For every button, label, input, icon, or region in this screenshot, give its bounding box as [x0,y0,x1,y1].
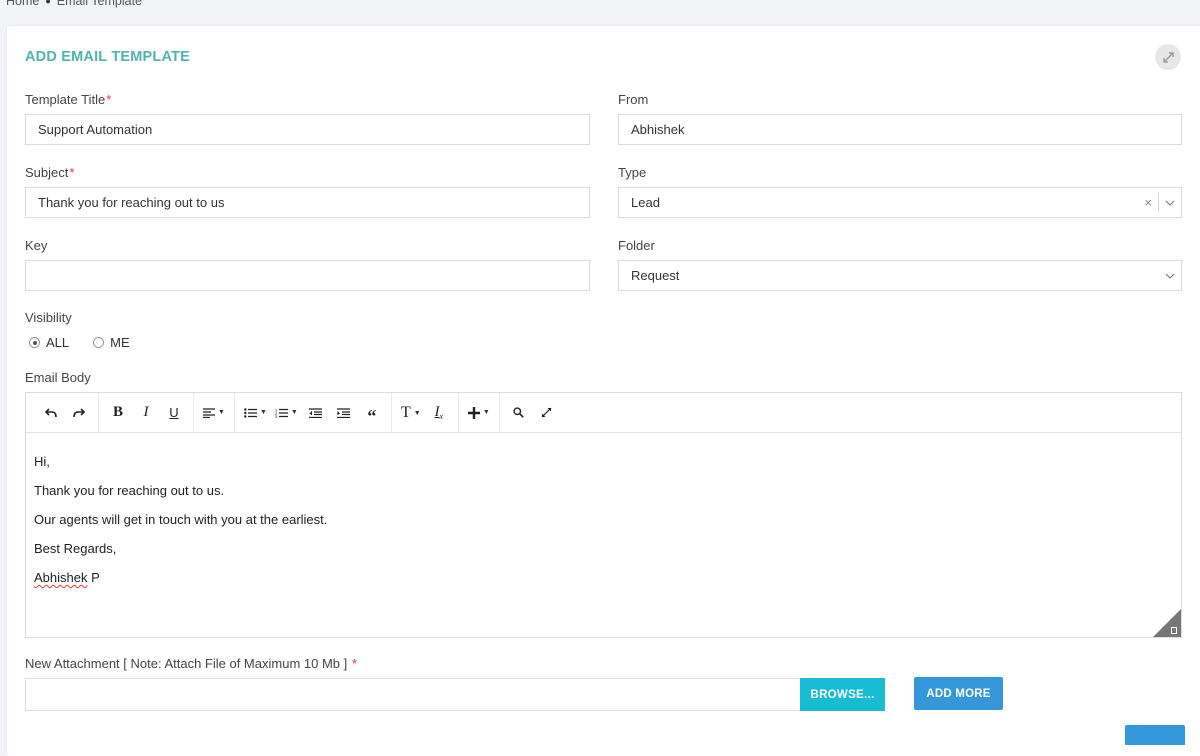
clear-format-subscript: x [439,412,444,421]
folder-label: Folder [618,238,655,253]
radio-checked-icon[interactable] [29,337,40,348]
outdent-icon[interactable] [302,401,330,425]
radio-unchecked-icon[interactable] [93,337,105,348]
bold-icon[interactable]: B [104,401,132,425]
clear-selection-icon[interactable]: × [1138,195,1158,210]
caret-down-icon: ▼ [218,409,225,416]
search-icon[interactable] [505,401,533,425]
chevron-down-icon[interactable] [1159,200,1181,206]
attachment-file-field[interactable] [25,678,801,711]
caret-down-icon: ▼ [259,409,267,416]
toolbar-group-lists: ▼ 123 ▼ “ [235,393,392,432]
signature-first-name: Abhishek [34,570,88,585]
resize-handle-icon [1171,627,1177,634]
subject-label: Subject* [25,165,74,180]
insert-icon[interactable]: ▼ [464,401,494,425]
from-label: From [618,92,649,107]
italic-icon[interactable]: I [132,401,160,425]
folder-select[interactable]: Request [618,260,1182,291]
email-body-label: Email Body [25,370,91,385]
caret-down-icon: ▼ [482,409,490,416]
expand-icon [1162,51,1174,63]
indent-icon[interactable] [330,401,358,425]
breadcrumb: Home ● Email Template [6,0,142,8]
toolbar-group-history [32,393,99,432]
visibility-radio-group: ALL ME [29,335,154,350]
type-selected-value: Lead [631,195,660,210]
key-input[interactable] [38,268,577,283]
toolbar-group-align: ▼ [194,393,235,432]
template-title-label-text: Template Title [25,92,106,107]
caret-down-icon: ▼ [413,408,421,417]
browse-button[interactable]: BROWSE... [800,678,885,711]
email-body-content[interactable]: Hi, Thank you for reaching out to us. Ou… [26,433,1181,606]
fullscreen-icon[interactable] [533,401,561,425]
visibility-me-label: ME [110,335,130,350]
underline-icon[interactable]: U [160,401,188,425]
from-input[interactable] [631,122,1169,137]
submit-button[interactable] [1125,725,1185,745]
breadcrumb-current: Email Template [56,0,143,8]
template-title-input[interactable] [38,122,577,137]
toolbar-group-format: B I U [99,393,194,432]
email-body-editor: B I U ▼ ▼ 123 ▼ “ T ▼ I x ▼ Hi, Thank yo… [25,392,1182,638]
numbered-list-icon[interactable]: 123 ▼ [271,401,302,425]
type-label: Type [618,165,647,180]
clear-format-icon[interactable]: Ix [425,401,453,425]
attachment-label-text: New Attachment [ Note: Attach File of Ma… [25,656,348,671]
subject-input[interactable] [38,195,577,210]
required-mark: * [106,92,112,107]
email-template-card: ADD EMAIL TEMPLATE Template Title* From … [7,26,1200,756]
body-line: Our agents will get in touch with you at… [34,512,328,527]
svg-text:3: 3 [275,414,278,418]
breadcrumb-separator-icon: ● [45,0,51,6]
font-size-icon[interactable]: T ▼ [397,401,425,425]
type-select[interactable]: Lead × [618,187,1182,218]
page-title: ADD EMAIL TEMPLATE [25,49,190,65]
quote-icon[interactable]: “ [358,397,386,428]
attachment-label: New Attachment [ Note: Attach File of Ma… [25,656,357,671]
visibility-label: Visibility [25,310,72,325]
body-line: Thank you for reaching out to us. [34,483,225,498]
toolbar-group-tools [500,393,566,432]
visibility-me-radio[interactable]: ME [93,335,130,350]
from-field[interactable] [618,114,1182,145]
caret-down-icon: ▼ [290,409,298,416]
subject-label-text: Subject [25,165,69,180]
key-label: Key [25,238,48,253]
undo-icon[interactable] [37,401,65,425]
toolbar-group-insert: ▼ [459,393,500,432]
template-title-label: Template Title* [25,92,111,107]
template-title-field[interactable] [25,114,590,145]
key-field[interactable] [25,260,590,291]
add-more-button[interactable]: ADD MORE [914,677,1003,710]
body-line: Best Regards, [34,541,117,556]
redo-icon[interactable] [65,401,93,425]
signature-last-name: P [87,570,100,585]
required-mark: * [351,656,357,671]
visibility-all-radio[interactable]: ALL [29,335,69,350]
folder-selected-value: Request [631,268,680,283]
editor-toolbar: B I U ▼ ▼ 123 ▼ “ T ▼ I x ▼ [26,393,1181,433]
body-line: Hi, [34,454,50,469]
toolbar-group-text: T ▼ Ix [392,393,459,432]
expand-panel-button[interactable] [1155,44,1181,70]
subject-field[interactable] [25,187,590,218]
font-size-label: T [400,403,411,421]
visibility-all-label: ALL [46,335,70,350]
required-mark: * [69,165,75,180]
bullet-list-icon[interactable]: ▼ [240,401,271,425]
align-icon[interactable]: ▼ [199,401,229,425]
chevron-down-icon[interactable] [1159,273,1181,279]
body-signature: Abhishek P [34,563,1173,592]
breadcrumb-home[interactable]: Home [6,0,39,8]
